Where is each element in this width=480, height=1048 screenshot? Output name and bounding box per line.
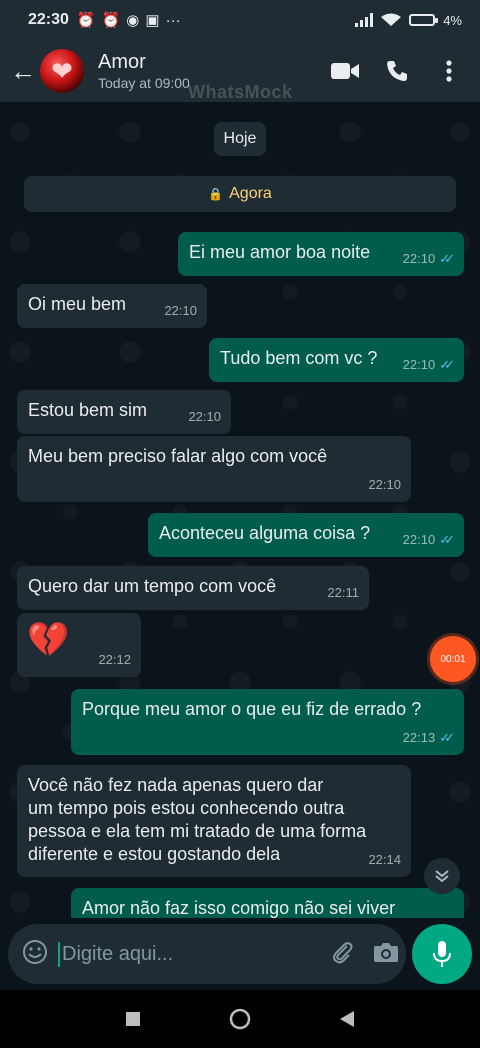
message-incoming[interactable]: Estou bem sim 22:10: [17, 390, 231, 434]
message-time: 22:14: [368, 852, 401, 867]
read-ticks-icon: ✓✓: [439, 532, 455, 547]
message-meta: 22:11: [327, 581, 359, 604]
phone-call-icon[interactable]: [382, 56, 412, 86]
header-actions: [330, 56, 470, 86]
message-text: Quero dar um tempo com você: [28, 576, 277, 596]
message-time: 22:10: [368, 477, 401, 492]
message-text: Oi meu bem: [28, 294, 127, 314]
message-incoming[interactable]: Oi meu bem 22:10: [17, 284, 207, 328]
back-button[interactable]: [327, 999, 367, 1039]
message-incoming[interactable]: Você não fez nada apenas quero dar um te…: [17, 765, 411, 877]
message-text: Aconteceu alguma coisa ?: [159, 523, 371, 543]
mic-button[interactable]: [412, 924, 472, 984]
message-meta: 22:10: [368, 473, 401, 496]
alarm-icon: ⏰: [101, 12, 121, 29]
message-meta: 22:14: [368, 848, 401, 871]
message-text: Porque meu amor o que eu fiz de errado ?: [82, 699, 422, 719]
message-incoming-emoji[interactable]: 💔 22:12: [17, 613, 141, 677]
wifi-icon: [381, 13, 402, 26]
recents-button[interactable]: [113, 999, 153, 1039]
message-meta: 22:10 ✓✓: [402, 353, 455, 376]
message-meta: 22:10: [188, 405, 221, 428]
back-arrow-icon[interactable]: ←: [10, 56, 36, 87]
message-text: Tudo bem com vc ?: [220, 348, 378, 368]
scroll-down-icon[interactable]: [424, 858, 460, 894]
chat-area[interactable]: Hoje 🔒 Agora Ei meu amor boa noite 22:10…: [0, 102, 480, 918]
message-time: 22:11: [327, 585, 359, 600]
message-incoming[interactable]: Meu bem preciso falar algo com você 22:1…: [17, 436, 411, 502]
message-time: 22:10: [402, 357, 436, 372]
status-right: 4%: [355, 13, 462, 28]
emoji-icon[interactable]: [22, 939, 48, 970]
message-text: Estou bem sim: [28, 400, 148, 420]
contact-name: Amor: [98, 51, 146, 73]
menu-dots-icon[interactable]: [434, 56, 464, 86]
alarm-off-icon: ⏰: [76, 12, 96, 29]
lock-icon: 🔒: [208, 187, 224, 201]
system-nav-bar: [0, 990, 480, 1048]
more-dots-icon: ···: [165, 11, 181, 29]
message-incoming[interactable]: Quero dar um tempo com você 22:11: [17, 566, 369, 610]
encryption-label: Agora: [229, 185, 272, 202]
assistant-icon: ◉: [126, 12, 140, 29]
camera-icon[interactable]: [373, 941, 399, 968]
message-time: 22:13: [402, 730, 436, 745]
message-time: 22:12: [98, 652, 131, 667]
last-seen: Today at 09:00: [98, 75, 190, 91]
message-text: Amor não faz isso comigo não sei viver: [82, 898, 396, 918]
battery-percent: 4%: [443, 12, 462, 28]
message-outgoing[interactable]: Ei meu amor boa noite 22:10 ✓✓: [178, 232, 464, 276]
date-chip: Hoje: [214, 122, 266, 156]
message-outgoing[interactable]: Porque meu amor o que eu fiz de errado ?…: [71, 689, 464, 755]
message-time: 22:10: [402, 251, 436, 266]
status-bar: 22:30 ⏰ ⏰ ◉ ▣ ··· 4%: [0, 0, 480, 40]
avatar[interactable]: ❤: [40, 49, 84, 93]
signal-icon: [355, 13, 374, 27]
work-icon: ▣: [145, 12, 160, 29]
message-text: Meu bem preciso falar algo com você: [28, 446, 328, 466]
message-meta: 22:12: [98, 648, 131, 671]
message-meta: 22:10 ✓✓: [402, 247, 455, 270]
composer-bar: [0, 918, 480, 990]
contact-info[interactable]: Amor Today at 09:00: [98, 51, 190, 91]
message-time: 22:10: [188, 409, 221, 424]
read-ticks-icon: ✓✓: [439, 251, 455, 266]
message-meta: 22:10 ✓✓: [402, 528, 455, 551]
read-ticks-icon: ✓✓: [439, 730, 455, 745]
message-text: Você não fez nada apenas quero dar um te…: [28, 775, 367, 864]
message-text: Ei meu amor boa noite: [189, 242, 371, 262]
attach-icon[interactable]: [329, 939, 355, 970]
encryption-chip[interactable]: 🔒 Agora: [24, 176, 456, 212]
home-button[interactable]: [220, 999, 260, 1039]
message-meta: 22:13 ✓✓: [402, 726, 455, 749]
broken-heart-emoji: 💔: [27, 621, 70, 659]
message-outgoing[interactable]: Tudo bem com vc ? 22:10 ✓✓: [209, 338, 464, 382]
message-outgoing[interactable]: Aconteceu alguma coisa ? 22:10 ✓✓: [148, 513, 464, 557]
video-call-icon[interactable]: [330, 56, 360, 86]
read-ticks-icon: ✓✓: [439, 357, 455, 372]
recording-badge[interactable]: 00:01: [430, 636, 476, 682]
message-input[interactable]: [58, 941, 329, 967]
message-time: 22:10: [402, 532, 436, 547]
composer: [8, 924, 406, 984]
message-outgoing[interactable]: Amor não faz isso comigo não sei viver: [71, 888, 464, 918]
watermark: WhatsMock: [188, 82, 293, 102]
mic-icon: [433, 941, 451, 967]
status-time: 22:30: [28, 11, 69, 28]
message-meta: 22:10: [164, 299, 197, 322]
message-time: 22:10: [164, 303, 197, 318]
battery-icon: [409, 14, 439, 26]
